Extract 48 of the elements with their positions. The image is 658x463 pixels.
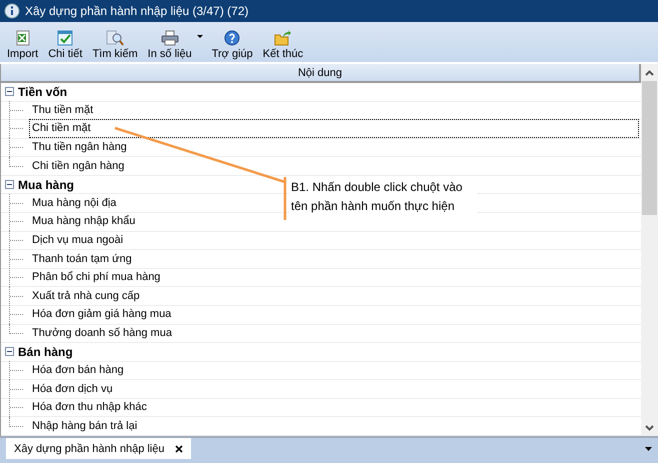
tree-item[interactable]: Thu tiền mặt	[29, 100, 94, 120]
tree-item[interactable]: Chi tiền mặt	[29, 119, 639, 138]
checklist-icon	[57, 30, 74, 46]
tree-item[interactable]: Thu tiền ngân hàng	[29, 138, 128, 158]
group-label[interactable]: Bán hàng	[18, 344, 73, 359]
dropdown-arrow-icon[interactable]	[645, 447, 652, 451]
printer-icon	[160, 30, 179, 46]
scroll-thumb[interactable]	[642, 81, 657, 215]
tree-item[interactable]: Thưởng doanh số hàng mua	[29, 324, 173, 343]
folder-arrow-icon	[274, 30, 292, 46]
scrollbar[interactable]	[641, 64, 658, 436]
minus-icon[interactable]	[7, 184, 12, 186]
tree-item[interactable]: Hóa đơn dịch vụ	[29, 380, 114, 399]
column-header[interactable]: Nội dung	[1, 64, 641, 83]
help-icon	[224, 30, 240, 46]
toolbar-button[interactable]: Trợ giúp	[206, 30, 258, 60]
toolbar-button[interactable]: Kết thúc	[258, 30, 308, 60]
toolbar-button[interactable]: Chi tiết	[43, 30, 88, 60]
spreadsheet-icon	[14, 30, 31, 46]
tree-item[interactable]: Hóa đơn bán hàng	[29, 360, 125, 380]
toolbar-button[interactable]: Import	[2, 30, 44, 60]
group-label[interactable]: Tiền vốn	[18, 84, 68, 99]
toolbar-button[interactable]: In số liệu	[142, 30, 197, 60]
tree-item[interactable]: Nhập hàng bán trả lại	[29, 416, 138, 436]
toolbar-button[interactable]: Tìm kiếm	[87, 30, 143, 60]
tree-item[interactable]: Mua hàng nội địa	[29, 194, 118, 213]
info-icon	[4, 3, 20, 19]
tree-item[interactable]: Hóa đơn thu nhập khác	[29, 398, 148, 418]
collapse-toggle[interactable]	[5, 87, 14, 96]
scroll-up-icon[interactable]	[645, 70, 654, 76]
group-label[interactable]: Mua hàng	[18, 178, 74, 192]
minus-icon[interactable]	[7, 351, 12, 352]
search-icon	[106, 30, 124, 46]
window-title: Xây dựng phần hành nhập liệu (3/47) (72)	[25, 4, 249, 18]
minus-icon[interactable]	[7, 91, 12, 92]
tree-item[interactable]: Hóa đơn giảm giá hàng mua	[29, 305, 172, 324]
tree-item[interactable]: Xuất trả nhà cung cấp	[29, 286, 141, 306]
tree-item[interactable]: Mua hàng nhập khẩu	[29, 212, 136, 232]
dropdown-caret-icon[interactable]	[196, 35, 203, 38]
collapse-toggle[interactable]	[5, 180, 14, 190]
tree-item[interactable]: Thanh toán tạm ứng	[29, 250, 133, 268]
document-tab[interactable]: Xây dựng phần hành nhập liệu	[6, 438, 190, 459]
tree-item[interactable]: Dịch vụ mua ngoài	[29, 230, 124, 250]
close-icon[interactable]	[174, 444, 182, 452]
tree-item[interactable]: Phân bổ chi phí mua hàng	[29, 268, 162, 288]
scroll-down-icon[interactable]	[645, 424, 654, 430]
tree-item[interactable]: Chi tiền ngân hàng	[29, 156, 126, 176]
collapse-toggle[interactable]	[5, 347, 14, 356]
